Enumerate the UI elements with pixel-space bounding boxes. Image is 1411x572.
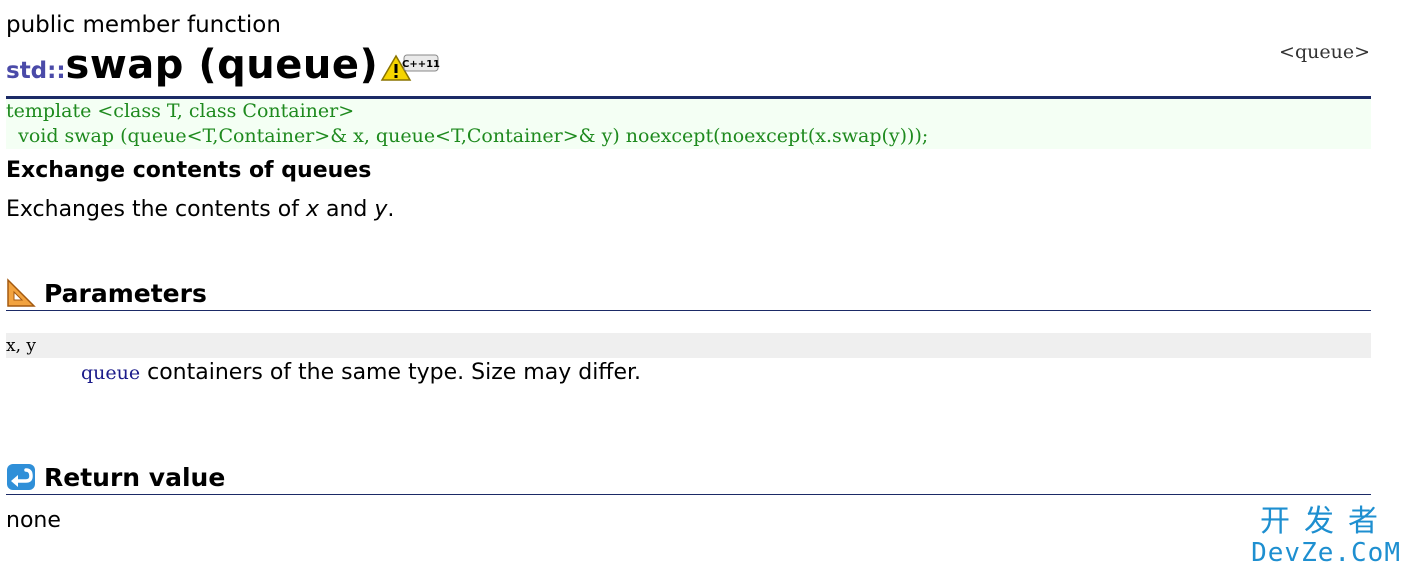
function-name: swap (queue) bbox=[65, 42, 379, 88]
desc-text: and bbox=[318, 197, 375, 222]
watermark-logo: 开发者 DevZe.CoM bbox=[1251, 504, 1401, 568]
prototype-block: template <class T, class Container> void… bbox=[6, 99, 1371, 149]
parameters-section-heading: Parameters bbox=[6, 278, 207, 308]
page-title: std::swap (queue) bbox=[6, 42, 378, 88]
member-kind-label: public member function bbox=[6, 12, 281, 38]
return-section-heading: Return value bbox=[6, 462, 225, 492]
return-arrow-icon bbox=[7, 464, 35, 490]
namespace-prefix: std:: bbox=[6, 58, 66, 84]
param-description: queue containers of the same type. Size … bbox=[81, 360, 641, 385]
watermark-cn: 开发者 bbox=[1260, 504, 1393, 539]
prototype-line-2: void swap (queue<T,Container>& x, queue<… bbox=[6, 125, 929, 147]
parameters-divider bbox=[6, 310, 1371, 311]
prototype-line-1: template <class T, class Container> bbox=[6, 100, 355, 122]
param-y-ref: y bbox=[374, 197, 388, 222]
desc-text: Exchanges the contents of bbox=[6, 197, 306, 222]
param-description-text: containers of the same type. Size may di… bbox=[140, 360, 642, 385]
cpp11-warning-icon: C++11 bbox=[380, 54, 440, 81]
summary-heading: Exchange contents of queues bbox=[6, 158, 372, 183]
watermark-en: DevZe.CoM bbox=[1251, 538, 1401, 568]
return-heading: Return value bbox=[44, 462, 226, 492]
summary-description: Exchanges the contents of x and y. bbox=[6, 197, 394, 222]
queue-type-link[interactable]: queue bbox=[81, 362, 140, 384]
param-name-row: x, y bbox=[6, 333, 1371, 358]
header-link[interactable]: <queue> bbox=[1279, 41, 1370, 63]
badge-text: C++11 bbox=[402, 59, 440, 70]
param-x-ref: x bbox=[305, 197, 319, 222]
desc-text: . bbox=[387, 197, 395, 222]
ruler-triangle-icon bbox=[7, 278, 36, 307]
return-value-text: none bbox=[6, 508, 61, 533]
return-divider bbox=[6, 494, 1371, 495]
parameters-heading: Parameters bbox=[44, 278, 207, 308]
